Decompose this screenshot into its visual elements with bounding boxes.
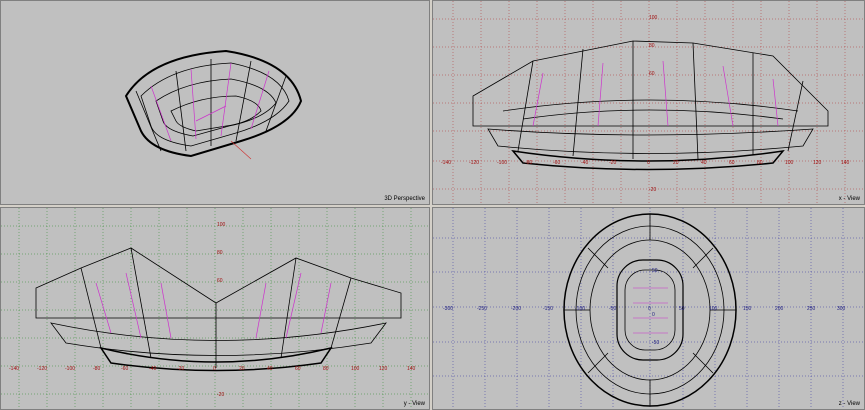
tick-label: -50 xyxy=(609,306,616,312)
x-view-model: 100 80 60 -20 -140 -120 -100 -80 -60 -40… xyxy=(433,1,864,204)
tick-label: 60 xyxy=(295,366,301,372)
z-view-viewport[interactable]: -300 -250 -200 -150 -100 -50 0 50 100 15… xyxy=(432,207,865,410)
tick-label: 80 xyxy=(757,160,763,166)
tick-label: -120 xyxy=(469,160,479,166)
tick-label: 100 xyxy=(785,160,794,166)
tick-label: 50 xyxy=(679,306,685,312)
tick-label: 40 xyxy=(701,160,707,166)
tick-label: -40 xyxy=(149,366,156,372)
tick-label: 80 xyxy=(217,250,223,256)
tick-label: 140 xyxy=(407,366,416,372)
tick-label: 0 xyxy=(213,366,216,372)
tick-label: -100 xyxy=(497,160,507,166)
tick-label: -40 xyxy=(581,160,588,166)
tick-label: 20 xyxy=(673,160,679,166)
y-view-model: 100 80 60 -20 -140 -120 -100 -80 -60 -40… xyxy=(1,208,429,409)
tick-label: 0 xyxy=(652,312,655,318)
viewport-label: 3D Perspective xyxy=(384,196,425,202)
tick-label: -100 xyxy=(65,366,75,372)
tick-label: 200 xyxy=(775,306,784,312)
y-view-viewport[interactable]: 100 80 60 -20 -140 -120 -100 -80 -60 -40… xyxy=(0,207,430,410)
tick-label: -50 xyxy=(652,340,659,346)
tick-label: -300 xyxy=(443,306,453,312)
tick-label: -20 xyxy=(649,187,656,193)
tick-label: 100 xyxy=(351,366,360,372)
tick-label: 150 xyxy=(743,306,752,312)
tick-label: -140 xyxy=(441,160,451,166)
tick-label: 140 xyxy=(841,160,850,166)
tick-label: 120 xyxy=(813,160,822,166)
tick-label: 120 xyxy=(379,366,388,372)
tick-label: -200 xyxy=(511,306,521,312)
viewport-label: x - View xyxy=(838,196,860,202)
tick-label: -60 xyxy=(121,366,128,372)
tick-label: 300 xyxy=(837,306,846,312)
tick-label: -120 xyxy=(37,366,47,372)
perspective-model xyxy=(124,49,303,160)
tick-label: -140 xyxy=(9,366,19,372)
x-view-viewport[interactable]: 100 80 60 -20 -140 -120 -100 -80 -60 -40… xyxy=(432,0,865,205)
perspective-viewport[interactable]: 3D Perspective xyxy=(0,0,430,205)
tick-label: 100 xyxy=(709,306,718,312)
tick-label: 100 xyxy=(217,222,226,228)
tick-label: 100 xyxy=(649,15,658,21)
tick-label: 60 xyxy=(217,278,223,284)
tick-label: -100 xyxy=(575,306,585,312)
tick-label: -20 xyxy=(217,392,224,398)
tick-label: 0 xyxy=(648,306,651,312)
tick-label: 250 xyxy=(807,306,816,312)
tick-label: 20 xyxy=(239,366,245,372)
tick-label: -80 xyxy=(93,366,100,372)
tick-label: -150 xyxy=(543,306,553,312)
tick-label: -60 xyxy=(553,160,560,166)
viewport-label: y - View xyxy=(403,401,425,407)
tick-label: 50 xyxy=(652,268,658,274)
tick-label: 80 xyxy=(323,366,329,372)
tick-label: -20 xyxy=(609,160,616,166)
tick-label: 40 xyxy=(267,366,273,372)
tick-label: 60 xyxy=(729,160,735,166)
tick-label: 60 xyxy=(649,71,655,77)
tick-label: -20 xyxy=(177,366,184,372)
tick-label: -250 xyxy=(477,306,487,312)
tick-label: -80 xyxy=(525,160,532,166)
tick-label: 0 xyxy=(647,160,650,166)
z-view-model: -300 -250 -200 -150 -100 -50 0 50 100 15… xyxy=(433,208,864,409)
viewport-label: z - View xyxy=(838,401,860,407)
tick-label: 80 xyxy=(649,43,655,49)
